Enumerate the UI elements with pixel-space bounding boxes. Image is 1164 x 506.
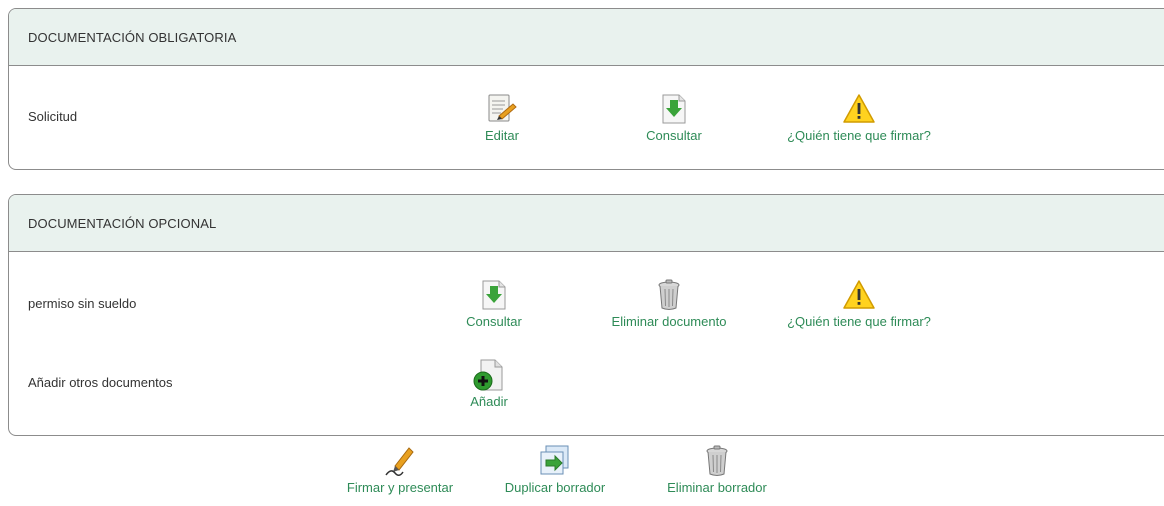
who-signs-button[interactable]: ¿Quién tiene que firmar? xyxy=(769,92,949,143)
mandatory-docs-header: DOCUMENTACIÓN OBLIGATORIA xyxy=(9,9,1164,66)
pen-signature-icon xyxy=(383,444,417,478)
warning-icon xyxy=(842,278,876,312)
doc-row-permiso: permiso sin sueldo Consultar Eliminar do… xyxy=(9,252,1164,342)
optional-docs-header: DOCUMENTACIÓN OPCIONAL xyxy=(9,195,1164,252)
delete-draft-button[interactable]: Eliminar borrador xyxy=(650,444,784,495)
doc-row-label: Solicitud xyxy=(28,109,78,124)
sign-and-submit-button[interactable]: Firmar y presentar xyxy=(330,444,470,495)
trash-icon xyxy=(700,444,734,478)
doc-row-label: permiso sin sueldo xyxy=(28,296,137,311)
doc-row-label: Añadir otros documentos xyxy=(28,375,173,390)
download-icon xyxy=(657,92,691,126)
who-signs-button[interactable]: ¿Quién tiene que firmar? xyxy=(769,278,949,329)
doc-row-add-others: Añadir otros documentos Añadir xyxy=(9,342,1164,432)
add-document-icon xyxy=(472,358,506,392)
bottom-actions-bar: Firmar y presentar Duplicar borrador Eli… xyxy=(0,444,1164,504)
download-icon xyxy=(477,278,511,312)
delete-document-button[interactable]: Eliminar documento xyxy=(599,278,739,329)
optional-docs-panel: DOCUMENTACIÓN OPCIONAL permiso sin sueld… xyxy=(8,194,1164,436)
edit-button[interactable]: Editar xyxy=(467,92,537,143)
warning-icon xyxy=(842,92,876,126)
consult-button[interactable]: Consultar xyxy=(629,92,719,143)
add-document-button[interactable]: Añadir xyxy=(454,358,524,409)
doc-row-solicitud: Solicitud Editar Consultar ¿Quién tiene … xyxy=(9,66,1164,169)
trash-icon xyxy=(652,278,686,312)
mandatory-docs-panel: DOCUMENTACIÓN OBLIGATORIA Solicitud Edit… xyxy=(8,8,1164,170)
duplicate-draft-button[interactable]: Duplicar borrador xyxy=(490,444,620,495)
duplicate-icon xyxy=(538,444,572,478)
edit-document-icon xyxy=(485,92,519,126)
consult-button[interactable]: Consultar xyxy=(449,278,539,329)
